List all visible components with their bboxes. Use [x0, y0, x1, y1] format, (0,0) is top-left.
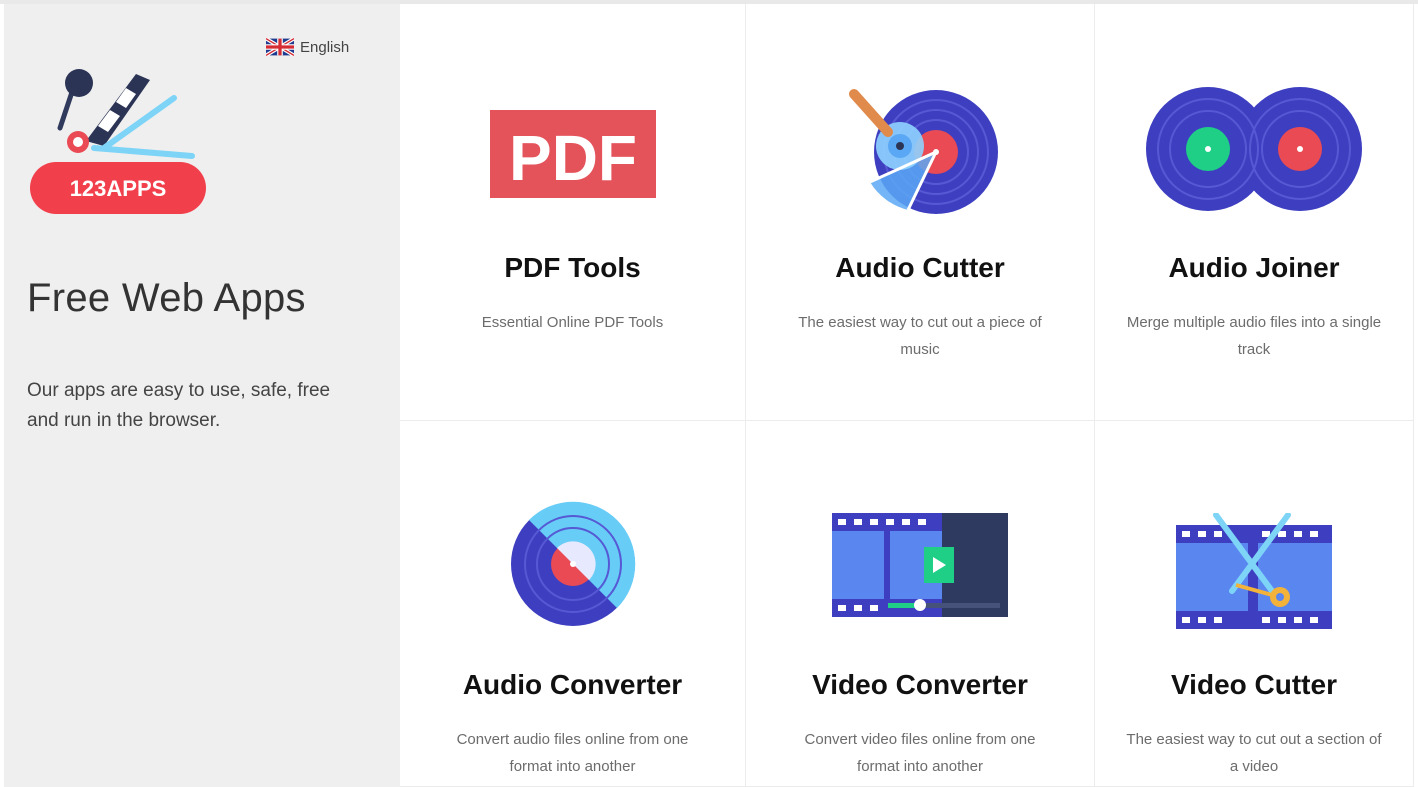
language-label: English	[300, 38, 350, 56]
audio-converter-icon	[510, 501, 635, 626]
hero-title: Free Web Apps	[27, 276, 306, 320]
app-title: Audio Cutter	[835, 252, 1005, 283]
app-card-audio-joiner[interactable]: Audio Joiner Merge multiple audio files …	[1095, 4, 1414, 421]
app-card-audio-converter[interactable]: Audio Converter Convert audio files onli…	[400, 421, 746, 787]
uk-flag-icon	[266, 38, 294, 56]
pdf-icon-text: PDF	[509, 122, 637, 194]
app-card-pdf-tools[interactable]: PDF PDF Tools Essential Online PDF Tools	[400, 4, 746, 421]
pdf-icon: PDF	[489, 110, 656, 198]
app-card-video-cutter[interactable]: Video Cutter The easiest way to cut out …	[1095, 421, 1414, 787]
app-description: The easiest way to cut out a section of …	[1126, 731, 1382, 775]
app-title: Video Cutter	[1171, 669, 1337, 700]
app-title: Audio Converter	[462, 669, 683, 700]
app-title: Audio Joiner	[1168, 252, 1340, 283]
language-selector[interactable]: English	[266, 38, 349, 56]
audio-cutter-icon	[849, 89, 998, 214]
video-cutter-icon	[1176, 513, 1332, 629]
app-card-audio-cutter[interactable]: Audio Cutter The easiest way to cut out …	[746, 4, 1095, 421]
app-description: Convert audio files online from one form…	[456, 731, 689, 775]
app-description: The easiest way to cut out a piece of mu…	[798, 314, 1042, 358]
hero-subtitle: Our apps are easy to use, safe, free and…	[27, 380, 331, 431]
video-converter-icon	[832, 513, 1008, 617]
app-description: Essential Online PDF Tools	[481, 314, 664, 331]
apps-grid: PDF PDF Tools Essential Online PDF Tools…	[400, 4, 1414, 787]
logo-text: 123APPS	[70, 176, 167, 201]
audio-joiner-icon	[1146, 87, 1362, 211]
app-title: Video Converter	[812, 669, 1028, 700]
123apps-logo[interactable]: 123APPS	[24, 66, 209, 216]
sidebar: English 123APPS Free Web Apps Our apps a…	[4, 4, 400, 787]
app-card-video-converter[interactable]: Video Converter Convert video files onli…	[746, 421, 1095, 787]
app-description: Convert video files online from one form…	[804, 731, 1036, 775]
app-title: PDF Tools	[504, 252, 641, 283]
app-description: Merge multiple audio files into a single…	[1126, 314, 1382, 358]
